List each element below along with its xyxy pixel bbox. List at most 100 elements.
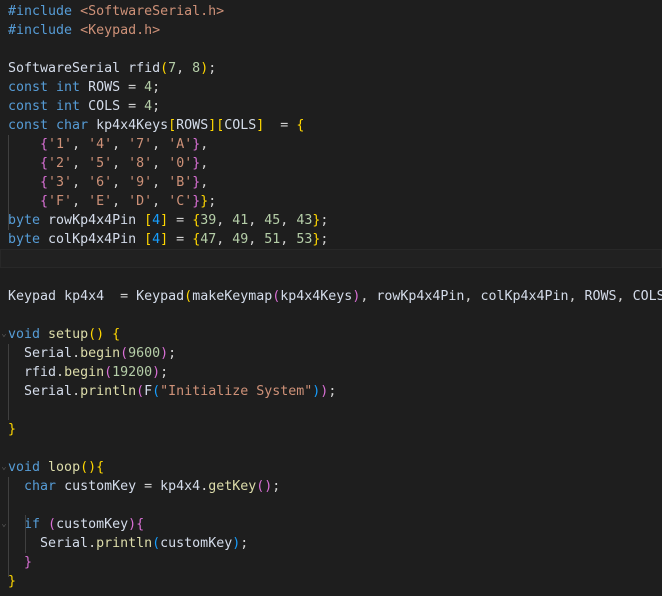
code-token: F bbox=[144, 384, 153, 399]
code-token: '5' bbox=[88, 156, 113, 171]
indent-guide bbox=[25, 515, 26, 553]
code-line[interactable]: ⌄ void loop(){ bbox=[0, 458, 662, 477]
code-token: loop bbox=[48, 460, 81, 475]
code-token: begin bbox=[64, 365, 105, 380]
code-line[interactable]: ​ bbox=[0, 306, 662, 325]
code-token: begin bbox=[80, 346, 121, 361]
code-token: char bbox=[56, 118, 89, 133]
code-editor[interactable]: #include <SoftwareSerial.h> #include <Key… bbox=[0, 0, 662, 596]
code-token: int bbox=[56, 99, 81, 114]
code-line[interactable]: {'F', 'E', 'D', 'C'}}; bbox=[0, 192, 662, 211]
code-token: 47 bbox=[200, 232, 217, 247]
code-token: ( bbox=[88, 327, 97, 342]
code-token: if bbox=[24, 517, 41, 532]
code-line[interactable]: ​ bbox=[0, 439, 662, 458]
code-token: { bbox=[40, 194, 49, 209]
code-line[interactable]: ​ bbox=[0, 401, 662, 420]
code-line[interactable]: rfid.begin(19200); bbox=[0, 363, 662, 382]
code-token: . bbox=[88, 536, 97, 551]
code-line[interactable]: {'2', '5', '8', '0'}, bbox=[0, 154, 662, 173]
code-token: getKey bbox=[208, 479, 257, 494]
code-line[interactable]: ​ bbox=[0, 268, 662, 287]
code-token: const bbox=[8, 118, 49, 133]
code-token: customKey bbox=[160, 536, 233, 551]
code-line[interactable]: {'1', '4', '7', 'A'}, bbox=[0, 135, 662, 154]
code-token: '7' bbox=[128, 137, 153, 152]
fold-chevron-down-icon[interactable]: ⌄ bbox=[0, 458, 8, 477]
code-token: ] bbox=[160, 232, 169, 247]
code-token: . bbox=[56, 365, 65, 380]
code-token: 53 bbox=[296, 232, 313, 247]
code-line[interactable]: {'3', '6', '9', 'B'}, bbox=[0, 173, 662, 192]
code-line[interactable]: Serial.println(F("Initialize System")); bbox=[0, 382, 662, 401]
code-token: "Initialize System" bbox=[160, 384, 313, 399]
code-token: { bbox=[40, 137, 49, 152]
code-line[interactable]: ⌄ void setup() { bbox=[0, 325, 662, 344]
code-token: 41 bbox=[232, 213, 249, 228]
code-line[interactable]: byte colKp4x4Pin [4] = {47, 49, 51, 53}; bbox=[0, 230, 662, 249]
code-line[interactable]: } bbox=[0, 553, 662, 572]
code-token: 'C' bbox=[168, 194, 193, 209]
code-token: 43 bbox=[296, 213, 313, 228]
code-line[interactable]: const char kp4x4Keys[ROWS][COLS] = { bbox=[0, 116, 662, 135]
code-line[interactable]: char customKey = kp4x4.getKey(); bbox=[0, 477, 662, 496]
code-token: Serial bbox=[24, 384, 73, 399]
code-line[interactable]: Serial.begin(9600); bbox=[0, 344, 662, 363]
code-line[interactable]: } bbox=[0, 420, 662, 439]
code-token: ; bbox=[160, 365, 169, 380]
code-token: '2' bbox=[48, 156, 73, 171]
code-token: ( bbox=[80, 460, 89, 475]
code-token: <SoftwareSerial.h> bbox=[80, 4, 225, 19]
code-token: } bbox=[8, 422, 17, 437]
code-token: ( bbox=[48, 517, 57, 532]
code-token: , bbox=[152, 175, 169, 190]
code-token: 'E' bbox=[88, 194, 113, 209]
code-line[interactable]: ​ bbox=[0, 496, 662, 515]
code-token: { bbox=[296, 118, 305, 133]
code-token: Keypad bbox=[8, 289, 57, 304]
code-token: 4 bbox=[144, 80, 153, 95]
code-token: rowKp4x4Pin bbox=[48, 213, 137, 228]
code-line[interactable]: Keypad kp4x4 = Keypad(makeKeymap(kp4x4Ke… bbox=[0, 287, 662, 306]
code-line[interactable]: const int COLS = 4; bbox=[0, 97, 662, 116]
code-token: 51 bbox=[264, 232, 281, 247]
code-token: 4 bbox=[152, 213, 161, 228]
fold-chevron-down-icon[interactable]: ⌄ bbox=[0, 515, 8, 534]
code-token: Serial bbox=[40, 536, 89, 551]
code-token: ) bbox=[96, 327, 105, 342]
code-token: , bbox=[280, 232, 297, 247]
code-token: #include bbox=[8, 4, 73, 19]
code-line[interactable]: Serial.println(customKey); bbox=[0, 534, 662, 553]
code-line[interactable]: ​ bbox=[0, 249, 662, 268]
code-token: [ bbox=[144, 232, 153, 247]
code-line[interactable]: SoftwareSerial rfid(7, 8); bbox=[0, 59, 662, 78]
code-token: kp4x4Keys bbox=[280, 289, 353, 304]
code-token: . bbox=[200, 479, 209, 494]
fold-chevron-down-icon[interactable]: ⌄ bbox=[0, 325, 8, 344]
code-token: { bbox=[136, 517, 145, 532]
code-line[interactable]: ​ bbox=[0, 40, 662, 59]
code-token: rowKp4x4Pin bbox=[376, 289, 465, 304]
code-line[interactable]: #include <Keypad.h> bbox=[0, 21, 662, 40]
code-line[interactable]: ⌄ if (customKey){ bbox=[0, 515, 662, 534]
code-token: [ bbox=[168, 118, 177, 133]
code-line[interactable]: byte rowKp4x4Pin [4] = {39, 41, 45, 43}; bbox=[0, 211, 662, 230]
code-line[interactable]: #include <SoftwareSerial.h> bbox=[0, 2, 662, 21]
code-token: kp4x4Keys bbox=[96, 118, 169, 133]
code-line[interactable]: } bbox=[0, 572, 662, 591]
code-token: = bbox=[120, 80, 145, 95]
code-token: , bbox=[152, 194, 169, 209]
code-content[interactable]: #include <SoftwareSerial.h> #include <Key… bbox=[0, 0, 662, 591]
code-token: rfid bbox=[128, 61, 161, 76]
code-line[interactable]: const int ROWS = 4; bbox=[0, 78, 662, 97]
code-token: [ bbox=[144, 213, 153, 228]
code-token: '6' bbox=[88, 175, 113, 190]
code-token: ( bbox=[104, 365, 113, 380]
code-token: '0' bbox=[168, 156, 193, 171]
